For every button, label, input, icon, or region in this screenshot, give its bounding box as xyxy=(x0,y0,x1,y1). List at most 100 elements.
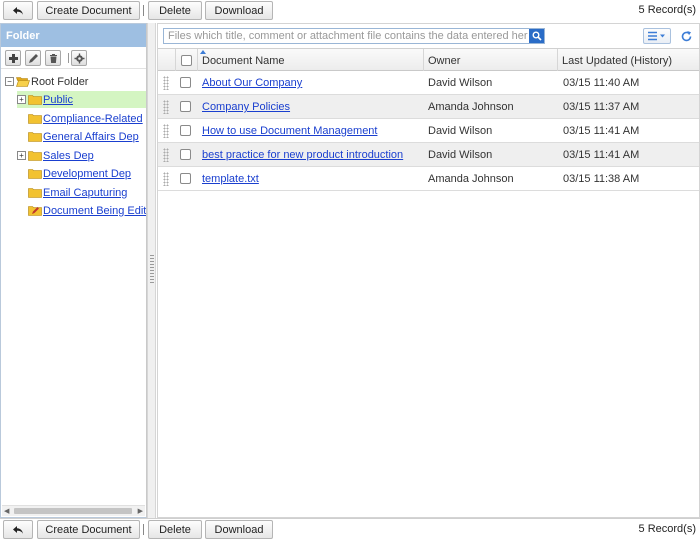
add-folder-button[interactable] xyxy=(5,50,21,66)
back-button[interactable] xyxy=(3,1,33,20)
edit-folder-button[interactable] xyxy=(25,50,41,66)
delete-button[interactable]: Delete xyxy=(148,1,202,20)
toolbar-separator xyxy=(143,524,144,535)
back-button[interactable] xyxy=(3,520,33,539)
row-checkbox[interactable] xyxy=(180,149,191,160)
search-row xyxy=(158,24,699,48)
last-updated-cell: 03/15 11:41 AM xyxy=(563,149,640,161)
top-toolbar: Create Document Delete Download 5 Record… xyxy=(0,0,700,21)
last-updated-cell: 03/15 11:41 AM xyxy=(563,125,640,137)
document-link[interactable]: template.txt xyxy=(202,173,259,185)
owner-cell: Amanda Johnson xyxy=(428,101,514,113)
refresh-icon xyxy=(681,30,691,41)
delete-folder-button[interactable] xyxy=(45,50,61,66)
folder-icon xyxy=(28,168,42,179)
sort-ascending-icon xyxy=(200,50,206,54)
create-document-button[interactable]: Create Document xyxy=(37,520,140,539)
tree-node-development[interactable]: Development Dep xyxy=(28,165,131,182)
table-row[interactable]: How to use Document Management David Wil… xyxy=(158,119,699,143)
document-link[interactable]: Company Policies xyxy=(202,101,290,113)
delete-button[interactable]: Delete xyxy=(148,520,202,539)
search-icon xyxy=(532,31,542,41)
table-row[interactable]: template.txt Amanda Johnson 03/15 11:38 … xyxy=(158,167,699,191)
tree-node-label: Document Being Edited xyxy=(43,204,146,217)
tree-node-email-capturing[interactable]: Email Caputuring xyxy=(28,184,127,201)
column-header-last-updated[interactable]: Last Updated (History) xyxy=(558,49,699,71)
column-label: Document Name xyxy=(202,55,285,67)
folder-tools xyxy=(1,47,146,69)
search-box xyxy=(163,28,545,44)
owner-cell: David Wilson xyxy=(428,149,493,161)
drag-handle-icon[interactable] xyxy=(163,76,169,90)
owner-cell: Amanda Johnson xyxy=(428,173,514,185)
gear-icon xyxy=(74,53,84,63)
splitter-grip-icon xyxy=(150,255,154,285)
panel-splitter[interactable] xyxy=(147,23,156,518)
drag-handle-icon[interactable] xyxy=(163,100,169,114)
document-link[interactable]: About Our Company xyxy=(202,77,302,89)
column-label: Owner xyxy=(428,55,461,67)
toolbar-separator xyxy=(143,5,144,16)
column-header-document-name[interactable]: Document Name xyxy=(198,49,424,71)
scrollbar-thumb[interactable] xyxy=(14,508,132,514)
document-name-cell: Company Policies xyxy=(202,95,290,118)
drag-handle-icon[interactable] xyxy=(163,172,169,186)
view-options-button[interactable] xyxy=(643,28,671,44)
column-header-owner[interactable]: Owner xyxy=(424,49,558,71)
document-link[interactable]: best practice for new product introducti… xyxy=(202,149,403,161)
row-checkbox[interactable] xyxy=(180,173,191,184)
select-all-checkbox[interactable] xyxy=(181,55,192,66)
record-count: 5 Record(s) xyxy=(638,4,696,16)
tree-horizontal-scrollbar[interactable]: ◀ ▶ xyxy=(2,505,145,516)
expand-toggle[interactable]: + xyxy=(17,95,26,104)
tree-node-general-affairs[interactable]: General Affairs Dep xyxy=(28,128,139,145)
tree-node-label: Development Dep xyxy=(43,167,132,180)
scroll-right-icon[interactable]: ▶ xyxy=(138,507,143,515)
last-updated-cell: 03/15 11:37 AM xyxy=(563,101,640,113)
edited-folder-icon xyxy=(28,205,42,216)
document-link[interactable]: How to use Document Management xyxy=(202,125,377,137)
expand-toggle[interactable]: + xyxy=(17,151,26,160)
tree-node-label: Root Folder xyxy=(31,75,89,88)
document-name-cell: How to use Document Management xyxy=(202,119,377,142)
back-arrow-icon xyxy=(13,6,23,15)
row-checkbox[interactable] xyxy=(180,101,191,112)
drag-handle-icon[interactable] xyxy=(163,124,169,138)
refresh-button[interactable] xyxy=(678,28,694,44)
folder-panel: Folder − Root Folder + Public Compliance… xyxy=(0,23,147,518)
table-row[interactable]: Company Policies Amanda Johnson 03/15 11… xyxy=(158,95,699,119)
scroll-left-icon[interactable]: ◀ xyxy=(4,507,9,515)
tree-node-sales[interactable]: + Sales Dep xyxy=(17,147,94,164)
tree-node-compliance[interactable]: Compliance-Related xyxy=(28,110,143,127)
tree-node-label: Sales Dep xyxy=(43,149,94,162)
document-name-cell: best practice for new product introducti… xyxy=(202,143,403,166)
tree-node-public[interactable]: + Public xyxy=(17,91,146,108)
pencil-icon xyxy=(28,53,38,63)
tree-node-label: Email Caputuring xyxy=(43,186,128,199)
drag-handle-icon[interactable] xyxy=(163,148,169,162)
column-label: Last Updated (History) xyxy=(562,55,673,67)
tree-node-being-edited[interactable]: Document Being Edited xyxy=(28,202,146,219)
tree-node-label: Public xyxy=(43,93,73,106)
select-all-header xyxy=(176,49,198,71)
download-button[interactable]: Download xyxy=(205,1,273,20)
list-menu-icon xyxy=(648,31,665,41)
tree-node-label: Compliance-Related xyxy=(43,112,143,125)
row-checkbox[interactable] xyxy=(180,77,191,88)
add-icon xyxy=(8,53,18,63)
document-rows: About Our Company David Wilson 03/15 11:… xyxy=(158,71,699,191)
folder-icon xyxy=(28,150,42,161)
row-checkbox[interactable] xyxy=(180,125,191,136)
collapse-toggle[interactable]: − xyxy=(5,77,14,86)
download-button[interactable]: Download xyxy=(205,520,273,539)
tree-node-label: General Affairs Dep xyxy=(43,130,139,143)
tree-node-root[interactable]: − Root Folder xyxy=(5,73,88,90)
search-input[interactable] xyxy=(164,29,528,43)
trash-icon xyxy=(49,53,57,63)
record-count: 5 Record(s) xyxy=(638,523,696,535)
create-document-button[interactable]: Create Document xyxy=(37,1,140,20)
search-button[interactable] xyxy=(529,29,544,43)
table-row[interactable]: About Our Company David Wilson 03/15 11:… xyxy=(158,71,699,95)
table-row[interactable]: best practice for new product introducti… xyxy=(158,143,699,167)
folder-settings-button[interactable] xyxy=(71,50,87,66)
